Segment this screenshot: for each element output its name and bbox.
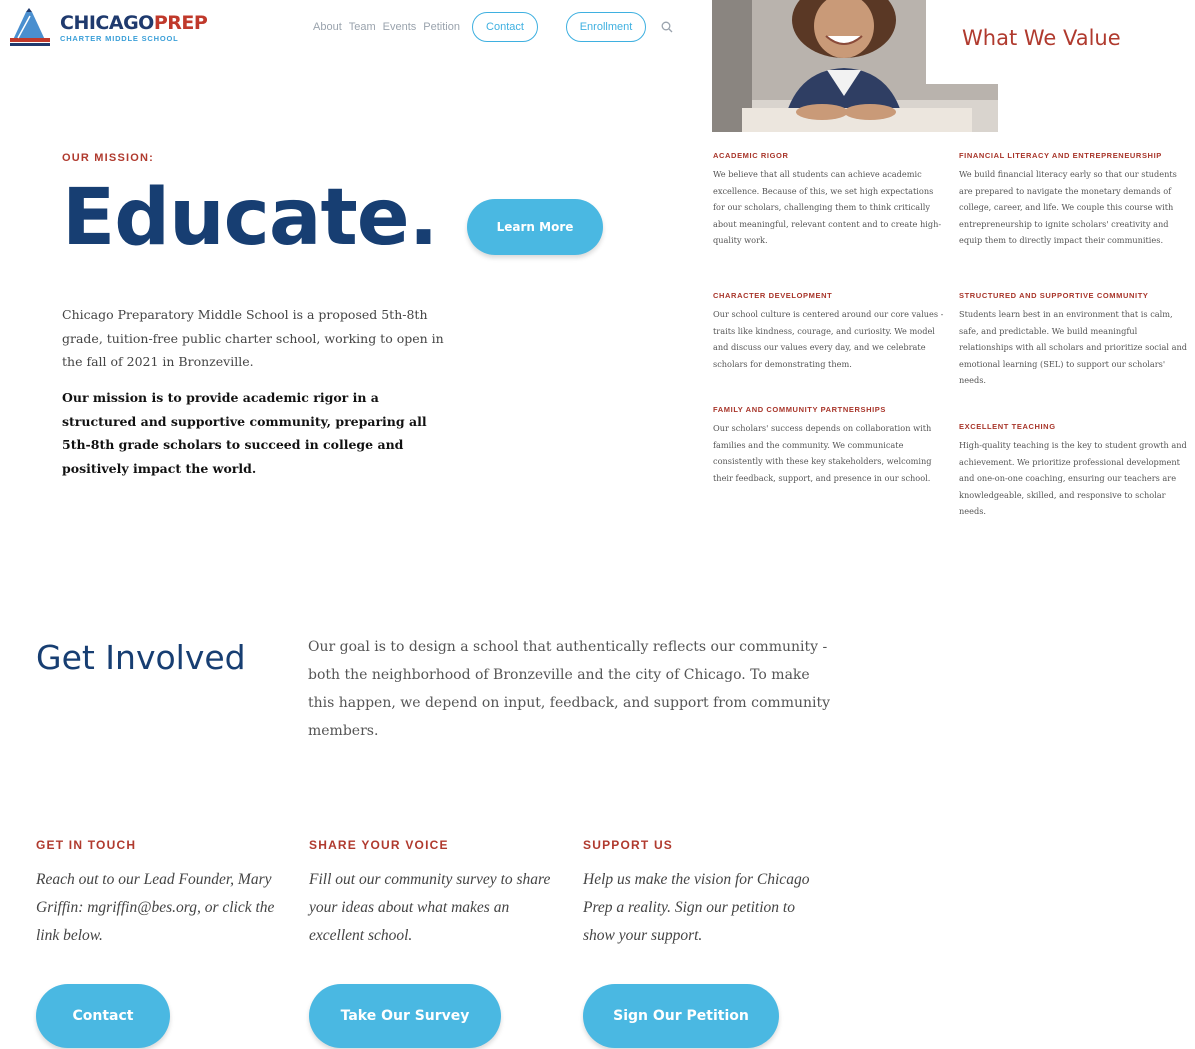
nav-enrollment-button[interactable]: Enrollment <box>566 12 646 42</box>
mission-label: OUR MISSION: <box>62 152 155 164</box>
col-text: Fill out our community survey to share y… <box>309 871 551 944</box>
value-heading: STRUCTURED AND SUPPORTIVE COMMUNITY <box>959 291 1149 300</box>
col-support-us: SUPPORT US Help us make the vision for C… <box>583 838 823 950</box>
col-heading: GET IN TOUCH <box>36 838 137 852</box>
value-heading: ACADEMIC RIGOR <box>713 151 789 160</box>
col-text: Help us make the vision for Chicago Prep… <box>583 871 810 944</box>
value-financial-literacy: FINANCIAL LITERACY AND ENTREPRENEURSHIP … <box>959 151 1191 249</box>
value-text: High-quality teaching is the key to stud… <box>959 440 1187 517</box>
nav-petition[interactable]: Petition <box>423 21 460 33</box>
logo-pencil-icon <box>10 8 50 46</box>
value-text: Our scholars' success depends on collabo… <box>713 423 932 483</box>
values-title: What We Value <box>962 26 1121 50</box>
value-heading: FINANCIAL LITERACY AND ENTREPRENEURSHIP <box>959 151 1162 160</box>
mission-statement: Our mission is to provide academic rigor… <box>62 390 427 476</box>
sign-petition-button[interactable]: Sign Our Petition <box>583 984 779 1048</box>
mission-headline: Educate. <box>62 173 438 263</box>
value-structured-community: STRUCTURED AND SUPPORTIVE COMMUNITY Stud… <box>959 291 1191 389</box>
value-character-development: CHARACTER DEVELOPMENT Our school culture… <box>713 291 945 372</box>
col-share-voice: SHARE YOUR VOICE Fill out our community … <box>309 838 559 950</box>
search-icon[interactable] <box>660 20 674 34</box>
value-heading: EXCELLENT TEACHING <box>959 422 1056 431</box>
contact-button[interactable]: Contact <box>36 984 170 1048</box>
value-text: Our school culture is centered around ou… <box>713 309 944 369</box>
col-heading: SHARE YOUR VOICE <box>309 838 449 852</box>
get-involved-title: Get Involved <box>36 638 246 677</box>
value-family-partnerships: FAMILY AND COMMUNITY PARTNERSHIPS Our sc… <box>713 405 945 486</box>
mission-description: Chicago Preparatory Middle School is a p… <box>62 307 444 369</box>
value-text: We build financial literacy early so tha… <box>959 169 1177 246</box>
value-academic-rigor: ACADEMIC RIGOR We believe that all stude… <box>713 151 945 249</box>
nav-about[interactable]: About <box>313 21 342 33</box>
logo-subtitle: CHARTER MIDDLE SCHOOL <box>60 34 179 43</box>
value-heading: FAMILY AND COMMUNITY PARTNERSHIPS <box>713 405 887 414</box>
col-get-in-touch: GET IN TOUCH Reach out to our Lead Found… <box>36 838 286 950</box>
nav-contact-button[interactable]: Contact <box>472 12 538 42</box>
student-photo <box>712 0 998 132</box>
nav-events[interactable]: Events <box>383 21 417 33</box>
value-text: We believe that all students can achieve… <box>713 169 942 246</box>
main-nav: About Team Events Petition Contact Enrol… <box>313 12 674 42</box>
logo-wordmark: CHICAGOPREP <box>60 12 208 34</box>
logo[interactable]: CHICAGOPREP CHARTER MIDDLE SCHOOL <box>8 8 208 48</box>
value-heading: CHARACTER DEVELOPMENT <box>713 291 833 300</box>
take-survey-button[interactable]: Take Our Survey <box>309 984 501 1048</box>
nav-team[interactable]: Team <box>349 21 376 33</box>
value-excellent-teaching: EXCELLENT TEACHING High-quality teaching… <box>959 422 1191 520</box>
col-text: Reach out to our Lead Founder, Mary Grif… <box>36 871 275 944</box>
learn-more-button[interactable]: Learn More <box>467 199 603 255</box>
col-heading: SUPPORT US <box>583 838 674 852</box>
get-involved-text: Our goal is to design a school that auth… <box>308 639 831 739</box>
value-text: Students learn best in an environment th… <box>959 309 1187 386</box>
